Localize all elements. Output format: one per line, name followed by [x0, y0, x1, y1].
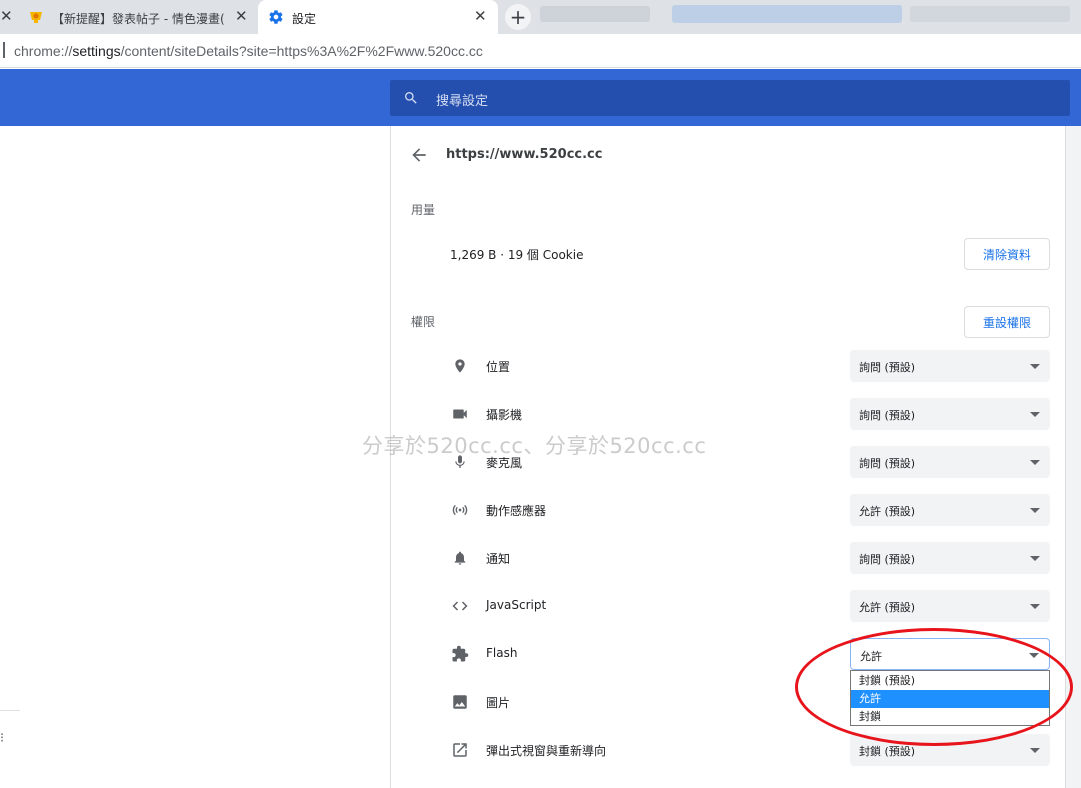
url-text[interactable]: chrome://settings/content/siteDetails?si… — [14, 43, 483, 59]
search-icon — [403, 90, 419, 106]
tab-background[interactable]: 【新提醒】發表帖子 - 情色漫畫( ✕ — [18, 0, 254, 34]
caret-down-icon — [1030, 460, 1040, 465]
divider — [0, 710, 20, 711]
caret-down-icon — [1029, 653, 1039, 658]
close-icon[interactable]: ✕ — [0, 9, 13, 24]
caret-down-icon — [1030, 748, 1040, 753]
permission-label-notifications: 通知 — [486, 552, 511, 566]
camera-select[interactable]: 詢問 (預設) — [850, 398, 1050, 430]
permission-label-sensors: 動作感應器 — [486, 504, 547, 518]
new-tab-button[interactable]: + — [505, 4, 531, 30]
close-icon[interactable]: ✕ — [235, 9, 248, 24]
bell-icon — [450, 548, 470, 568]
select-value: 允許 (預設) — [859, 505, 916, 518]
javascript-select[interactable]: 允許 (預設) — [850, 590, 1050, 622]
option-allow[interactable]: 允許 — [851, 690, 1049, 708]
permission-label-javascript: JavaScript — [486, 598, 547, 612]
blurred-region — [672, 5, 902, 23]
notifications-select[interactable]: 詢問 (預設) — [850, 542, 1050, 574]
location-select[interactable]: 詢問 (預設) — [850, 350, 1050, 382]
select-value: 詢問 (預設) — [859, 457, 916, 470]
image-icon — [450, 692, 470, 712]
reset-permissions-button[interactable]: 重設權限 — [964, 306, 1050, 338]
permission-label-flash: Flash — [486, 646, 518, 660]
usage-section-label: 用量 — [411, 203, 436, 217]
caret-down-icon — [1030, 364, 1040, 369]
gear-icon — [268, 9, 284, 25]
watermark: 分享於520cc.cc、分享於520cc.cc — [362, 434, 707, 458]
microphone-select[interactable]: 詢問 (預設) — [850, 446, 1050, 478]
search-placeholder: 搜尋設定 — [436, 94, 489, 109]
permission-label-camera: 攝影機 — [486, 408, 523, 422]
address-bar[interactable]: chrome://settings/content/siteDetails?si… — [0, 34, 1081, 68]
nav-fragment-icon: ⁝ — [0, 731, 5, 746]
puzzle-icon — [450, 644, 470, 664]
select-value: 封鎖 (預設) — [859, 745, 916, 758]
option-block-default[interactable]: 封鎖 (預設) — [851, 672, 1049, 690]
clear-data-button[interactable]: 清除資料 — [964, 238, 1050, 270]
permission-label-popups: 彈出式視窗與重新導向 — [486, 744, 607, 758]
permissions-section-label: 權限 — [411, 315, 436, 329]
select-value: 允許 (預設) — [859, 601, 916, 614]
select-value: 允許 — [860, 650, 882, 663]
caret-down-icon — [1030, 604, 1040, 609]
code-icon — [450, 596, 470, 616]
caret-down-icon — [1030, 412, 1040, 417]
url-path: /content/siteDetails?site=https%3A%2F%2F… — [120, 43, 483, 59]
flash-select[interactable]: 允許 — [850, 638, 1050, 670]
permission-label-location: 位置 — [486, 360, 511, 374]
tab-title: 【新提醒】發表帖子 - 情色漫畫( — [52, 12, 225, 26]
permission-label-images: 圖片 — [486, 696, 511, 710]
tab-title: 設定 — [292, 12, 317, 26]
divider — [3, 42, 5, 58]
select-value: 詢問 (預設) — [859, 361, 916, 374]
back-arrow-icon[interactable] — [409, 145, 429, 165]
site-url-title: https://www.520cc.cc — [446, 147, 603, 162]
sensor-icon — [450, 500, 470, 520]
option-block[interactable]: 封鎖 — [851, 708, 1049, 726]
plus-icon: + — [509, 5, 527, 29]
url-host: settings — [72, 43, 121, 59]
location-pin-icon — [450, 356, 470, 376]
url-scheme: chrome:// — [14, 43, 73, 59]
left-navigation — [0, 126, 390, 788]
camera-icon — [450, 404, 470, 424]
blurred-region — [540, 6, 650, 22]
tab-settings[interactable]: 設定 ✕ — [258, 0, 498, 34]
select-value: 詢問 (預設) — [859, 409, 916, 422]
caret-down-icon — [1030, 508, 1040, 513]
usage-summary: 1,269 B · 19 個 Cookie — [450, 248, 584, 262]
select-value: 詢問 (預設) — [859, 553, 916, 566]
caret-down-icon — [1030, 556, 1040, 561]
open-in-new-icon — [450, 740, 470, 760]
tab-strip: ✕ 【新提醒】發表帖子 - 情色漫畫( ✕ 設定 ✕ + — [0, 0, 1081, 34]
flash-options-listbox[interactable]: 封鎖 (預設) 允許 封鎖 — [850, 670, 1050, 726]
scrollbar-track[interactable] — [1066, 126, 1081, 788]
close-icon[interactable]: ✕ — [474, 9, 487, 24]
popups-select[interactable]: 封鎖 (預設) — [850, 734, 1050, 766]
blurred-region — [910, 6, 1070, 22]
sensors-select[interactable]: 允許 (預設) — [850, 494, 1050, 526]
search-input[interactable]: 搜尋設定 — [390, 80, 1070, 116]
site-favicon-icon — [28, 9, 44, 25]
